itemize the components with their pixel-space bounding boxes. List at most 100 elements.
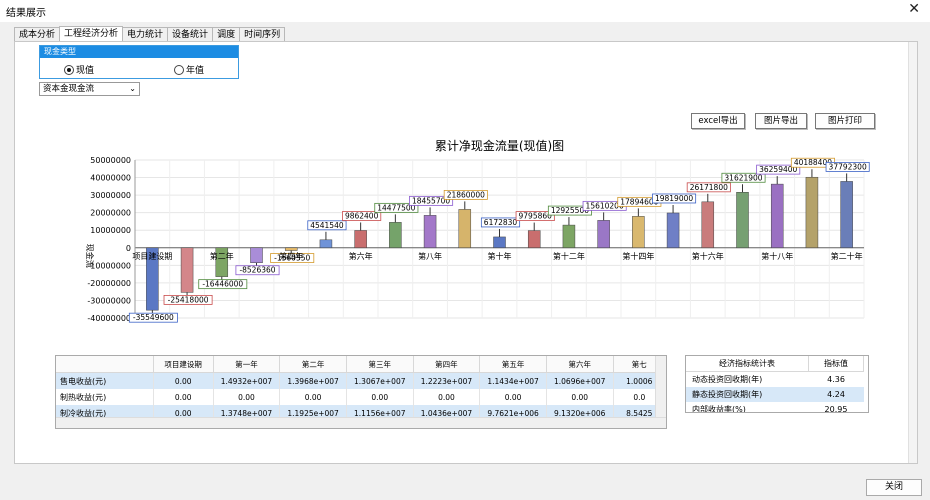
bar-11[interactable] [527,230,541,249]
radio-annual-dot[interactable] [174,64,184,75]
cashflow-type-group: 现金类型 现值 年值 [39,45,239,79]
cashflow-select[interactable]: 资本金现金流 ⌄ [39,82,140,96]
x-tick-label: 第四年 [279,251,303,261]
table-row[interactable]: 制热收益(元) 0.00 0.00 0.00 0.00 0.00 0.00 0.00 0.0 [56,389,666,405]
bar-8[interactable] [423,215,437,249]
bar-4[interactable] [284,247,298,251]
radio-present-value[interactable]: 现值 [64,63,94,76]
data-label: 19819000 [655,194,693,203]
y-tick-label: -30000000 [87,296,131,305]
radio-annual-value[interactable]: 年值 [174,63,204,76]
value-cell: 1.2223e+007 [413,372,481,389]
value-cell: 1.4932e+007 [213,372,281,389]
bar-20[interactable] [840,181,853,249]
tab-2[interactable]: 电力统计 [122,27,169,42]
tab-1[interactable]: 工程经济分析 [59,26,124,42]
table-header-cell[interactable]: 项目建设期 [153,356,214,373]
tab-0[interactable]: 成本分析 [14,27,61,42]
indicator-value: 20.95 [824,405,848,413]
value-cell: 0.00 [479,389,547,405]
x-tick-label: 第二十年 [831,251,863,261]
table-header-cell[interactable]: 第四年 [413,356,481,373]
value-cell: 0.00 [279,389,347,405]
indicator-row[interactable]: 动态投资回收期(年) 4.36 [686,372,864,388]
indicator-header-cell[interactable]: 指标值 [808,356,864,372]
radio-present-dot[interactable] [64,64,74,75]
bar-5[interactable] [319,239,333,249]
value-cell: 0.00 [546,389,614,405]
image-export-button[interactable]: 图片导出 [755,113,807,129]
bar-13[interactable] [597,220,610,249]
bar-10[interactable] [493,236,506,249]
bar-9[interactable] [458,209,472,249]
row-name-cell: 售电收益(元) [56,372,154,389]
indicator-header-cell[interactable]: 经济指标统计表 [686,356,809,372]
bar-17[interactable] [736,192,749,249]
value-cell: 0.00 [413,389,481,405]
value-cell: 0.00 [213,389,281,405]
x-tick-label: 第十年 [488,251,512,261]
bar-1[interactable] [180,247,194,293]
data-label: 21860000 [447,190,485,199]
bar-3[interactable] [250,247,263,263]
indicator-table: 经济指标统计表 指标值 动态投资回收期(年) 4.36 静态投资回收期(年) 4.24 内部… [685,355,869,413]
cashflow-type-header: 现金类型 [40,46,238,58]
table-header-cell[interactable]: 第六年 [546,356,614,373]
y-tick-label: -40000000 [87,314,131,323]
bar-7[interactable] [389,222,402,249]
tab-4[interactable]: 调度 [212,27,241,42]
indicator-name: 静态投资回收期(年) [686,387,809,402]
y-tick-label: 50000000 [90,156,131,165]
table-header-cell[interactable]: 第一年 [213,356,281,373]
value-cell: 1.3067e+007 [346,372,414,389]
indicator-value: 4.24 [808,387,864,402]
radio-present-label: 现值 [76,66,95,76]
data-label: 37792300 [829,162,867,171]
data-label: -25418000 [168,295,209,304]
data-label: -35549600 [133,313,174,322]
cumulative-cashflow-chart: 累计净现金流量(现值)图 50000000 40000000 30000000 2000… [85,138,870,323]
table-horizontal-scrollbar[interactable] [56,417,666,428]
chevron-down-icon[interactable]: ⌄ [129,83,136,95]
table-header-cell[interactable] [56,356,154,373]
bar-16[interactable] [701,201,715,249]
y-tick-label: 20000000 [90,209,131,218]
panel-scrollbar[interactable] [908,42,917,463]
excel-export-button[interactable]: excel导出 [691,113,745,129]
bar-14[interactable] [632,216,645,249]
data-label: -16446000 [202,280,243,289]
tab-3[interactable]: 设备统计 [167,27,214,42]
bar-19[interactable] [805,176,819,249]
value-cell: 1.0696e+007 [546,372,614,389]
tab-5[interactable]: 时间序列 [239,27,286,42]
x-tick-label: 第十六年 [692,251,724,261]
y-tick-label: 10000000 [90,226,131,235]
x-tick-label: 第二年 [210,251,234,261]
close-button[interactable]: 关闭 [866,479,922,496]
image-print-button[interactable]: 图片打印 [815,113,875,129]
bar-12[interactable] [562,224,576,249]
bar-15[interactable] [666,212,680,249]
indicator-row[interactable]: 内部收益率(%) 20.95 [686,402,864,413]
close-icon[interactable]: ✕ [908,1,920,17]
revenue-table: 项目建设期 第一年 第二年 第三年 第四年 第五年 第六年 第七 售电收益(元) 0.00 1.49… [55,355,667,429]
indicator-name: 动态投资回收期(年) [692,375,763,384]
x-tick-label: 第六年 [349,251,373,261]
table-header-cell[interactable]: 第三年 [346,356,414,373]
table-header-cell[interactable]: 第五年 [479,356,547,373]
table-row[interactable]: 售电收益(元) 0.00 1.4932e+007 1.3968e+007 1.3067e… [56,372,666,389]
indicator-row[interactable]: 静态投资回收期(年) 4.24 [686,387,864,402]
table-vertical-scrollbar[interactable] [655,356,666,418]
table-header-cell[interactable]: 第二年 [279,356,347,373]
window-title: 结果展示 [6,8,46,19]
bar-6[interactable] [354,230,367,249]
data-label: 31621900 [724,173,762,182]
title-bar: 结果展示 ✕ [0,0,930,22]
value-cell: 1.3968e+007 [279,372,347,389]
y-tick-label: -20000000 [87,279,131,288]
bar-18[interactable] [770,183,784,249]
row-name-cell: 制热收益(元) [56,389,154,405]
y-tick-label: 0 [126,244,131,253]
indicator-name: 内部收益率(%) [692,405,746,413]
main-panel: 现金类型 现值 年值 资本金现金流 ⌄ excel导出 图片导出 图片打印 累计… [14,41,918,464]
